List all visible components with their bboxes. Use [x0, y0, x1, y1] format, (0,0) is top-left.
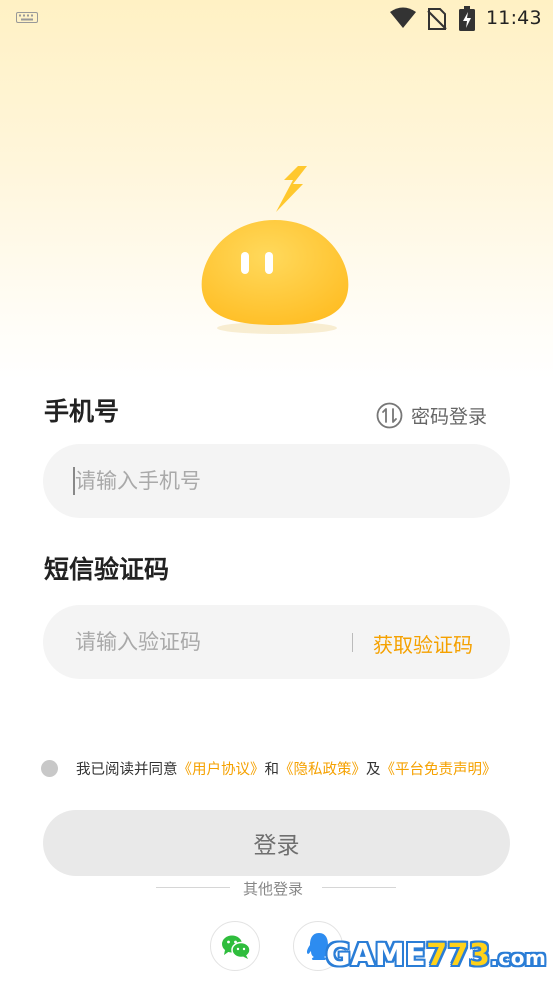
site-watermark: GAME773.com — [326, 938, 546, 973]
watermark-number: 773 — [426, 938, 491, 973]
phone-field — [43, 444, 510, 518]
status-bar: 11:43 — [0, 0, 553, 38]
watermark-prefix: GAME — [326, 938, 427, 973]
agreement-and: 和 — [264, 761, 280, 778]
disclaimer-link[interactable]: 《平台免责声明》 — [381, 758, 497, 779]
agreement-also: 及 — [366, 761, 381, 778]
wechat-icon — [222, 935, 251, 959]
mascot-logo — [201, 166, 349, 334]
switch-icon — [376, 402, 403, 428]
privacy-policy-link[interactable]: 《隐私政策》 — [279, 758, 366, 779]
agreement-row: 我已阅读并同意 《用户协议》 和 《隐私政策》 及 《平台免责声明》 — [41, 758, 497, 778]
keyboard-icon — [16, 12, 38, 23]
phone-input[interactable] — [75, 444, 345, 518]
divider-line-right — [322, 887, 396, 888]
agreement-prefix: 我已阅读并同意 — [76, 761, 178, 778]
code-field: 获取验证码 — [43, 605, 510, 679]
other-login-divider: 其他登录 — [0, 878, 553, 898]
phone-label: 手机号 — [44, 397, 120, 426]
divider-line-left — [156, 887, 230, 888]
get-code-button[interactable]: 获取验证码 — [373, 629, 473, 658]
no-sim-icon — [427, 8, 447, 30]
password-login-label: 密码登录 — [411, 405, 488, 428]
sms-code-input[interactable] — [75, 605, 345, 679]
field-divider — [352, 633, 353, 652]
sms-code-label: 短信验证码 — [44, 555, 170, 584]
user-agreement-link[interactable]: 《用户协议》 — [178, 758, 265, 779]
wechat-login-button[interactable] — [210, 921, 260, 971]
watermark-suffix: .com — [490, 946, 547, 970]
other-login-label: 其他登录 — [243, 880, 304, 898]
status-time: 11:43 — [486, 7, 542, 29]
wifi-icon — [390, 7, 416, 28]
battery-charging-icon — [459, 6, 475, 31]
password-login-link[interactable]: 密码登录 — [376, 400, 487, 430]
login-button[interactable]: 登录 — [43, 810, 510, 876]
agreement-checkbox[interactable] — [41, 759, 58, 777]
